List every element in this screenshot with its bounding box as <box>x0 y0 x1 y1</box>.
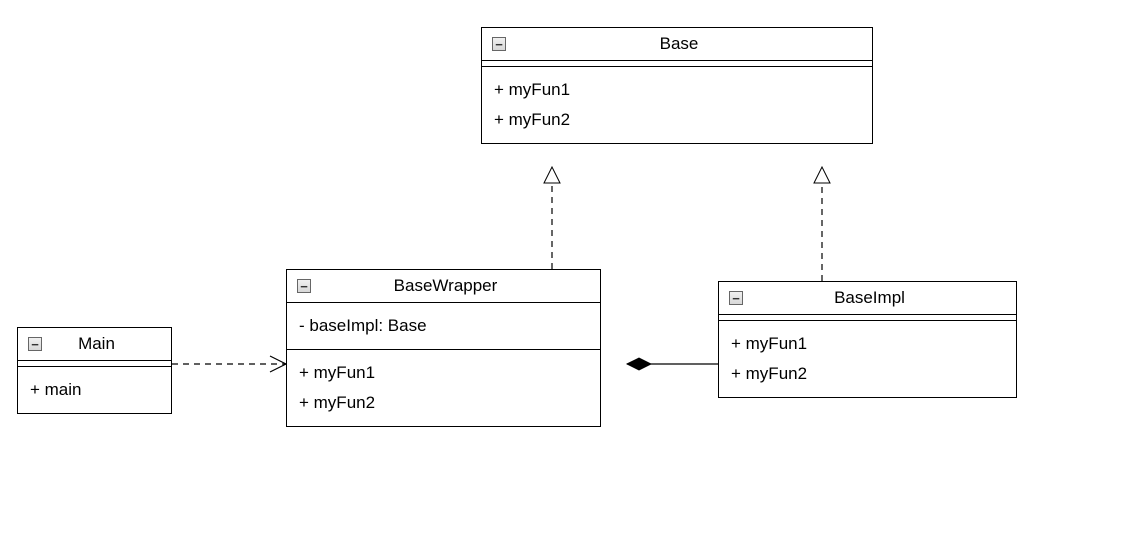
class-base-operations: + myFun1 + myFun2 <box>482 67 872 143</box>
minus-icon[interactable]: − <box>729 291 743 305</box>
class-main-header[interactable]: − Main <box>18 328 171 361</box>
diagram-canvas: { "chart_data": { "type": "uml-class-dia… <box>0 0 1127 549</box>
operation: + myFun1 <box>494 75 860 105</box>
minus-icon[interactable]: − <box>297 279 311 293</box>
class-baseimpl-operations: + myFun1 + myFun2 <box>719 321 1016 397</box>
operation: + myFun2 <box>299 388 588 418</box>
class-basewrapper-header[interactable]: − BaseWrapper <box>287 270 600 303</box>
operation: + myFun1 <box>731 329 1004 359</box>
operation: + myFun1 <box>299 358 588 388</box>
class-basewrapper[interactable]: − BaseWrapper - baseImpl: Base + myFun1 … <box>286 269 601 427</box>
operation: + main <box>30 375 159 405</box>
class-main-title: Main <box>50 334 161 354</box>
minus-icon[interactable]: − <box>492 37 506 51</box>
minus-icon[interactable]: − <box>28 337 42 351</box>
class-base[interactable]: − Base + myFun1 + myFun2 <box>481 27 873 144</box>
class-base-header[interactable]: − Base <box>482 28 872 61</box>
class-baseimpl-header[interactable]: − BaseImpl <box>719 282 1016 315</box>
class-baseimpl-title: BaseImpl <box>751 288 1006 308</box>
class-basewrapper-title: BaseWrapper <box>319 276 590 296</box>
class-basewrapper-attributes: - baseImpl: Base <box>287 303 600 350</box>
operation: + myFun2 <box>731 359 1004 389</box>
class-main-operations: + main <box>18 367 171 413</box>
operation: + myFun2 <box>494 105 860 135</box>
attribute: - baseImpl: Base <box>299 311 588 341</box>
class-baseimpl[interactable]: − BaseImpl + myFun1 + myFun2 <box>718 281 1017 398</box>
class-main[interactable]: − Main + main <box>17 327 172 414</box>
class-basewrapper-operations: + myFun1 + myFun2 <box>287 350 600 426</box>
class-base-title: Base <box>514 34 862 54</box>
